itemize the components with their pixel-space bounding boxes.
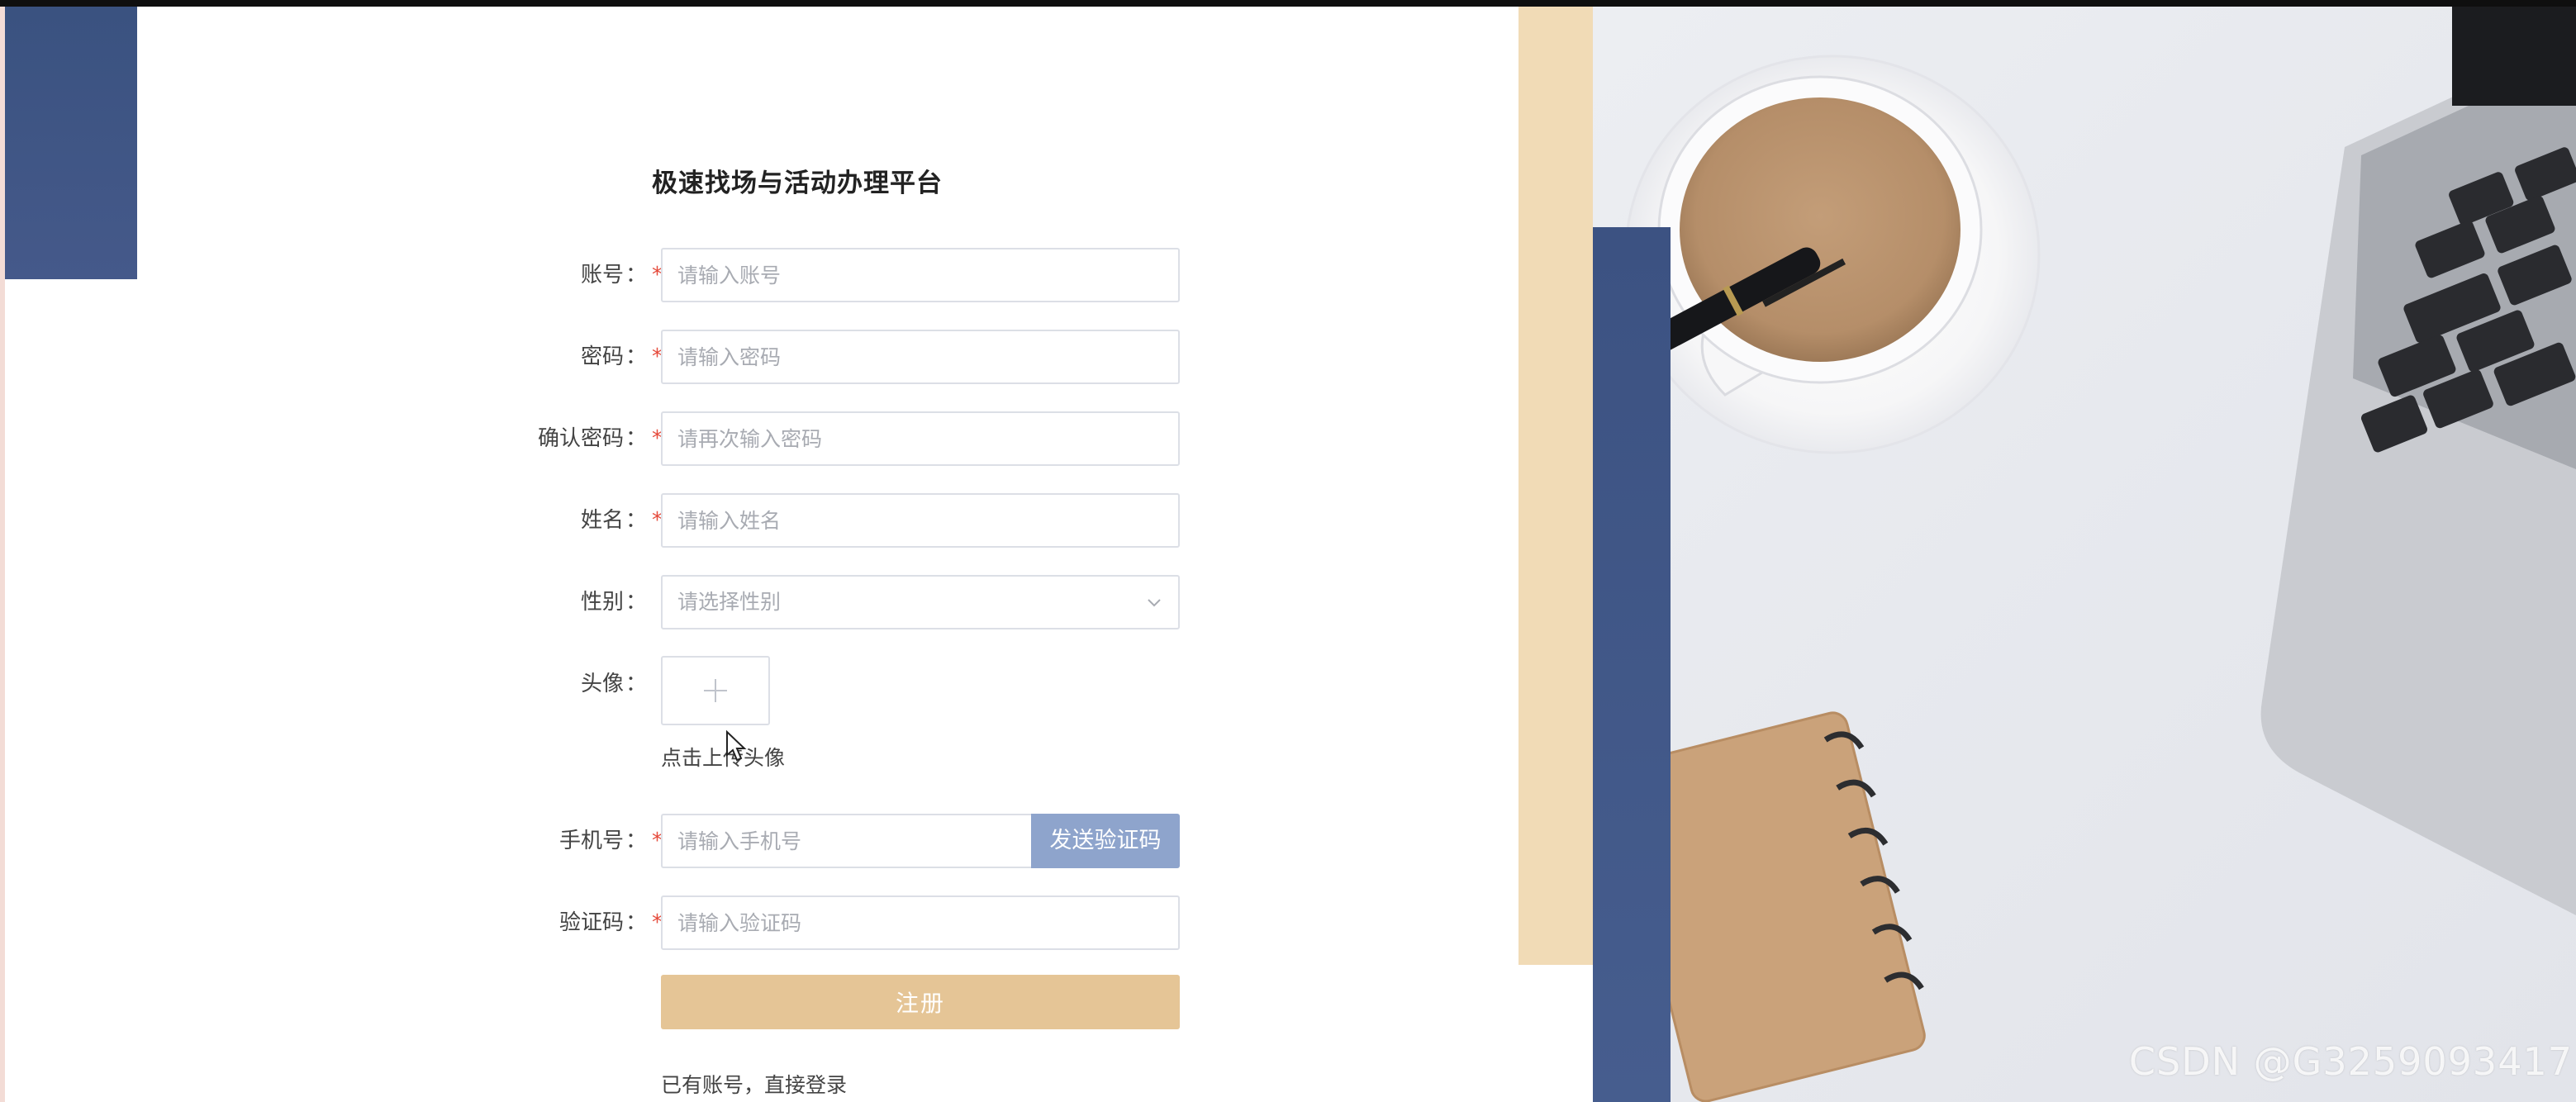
plus-icon [704,679,727,702]
watermark: CSDN @G3259093417 [2128,1039,2573,1084]
account-input[interactable] [663,249,1178,301]
avatar-row: 头像：* [0,657,1595,711]
phone-field[interactable] [661,814,1033,868]
page-title: 极速找场与活动办理平台 [652,169,943,198]
name-field[interactable] [661,493,1180,548]
gender-select-value: 请选择性别 [677,590,782,614]
desk-photo-illustration [1613,7,2576,1102]
avatar-upload-hint[interactable]: 点击上传头像 [661,742,785,772]
confirm-password-label: 确认密码： * [537,426,663,451]
decorative-blue-strip [1593,227,1671,1102]
password-label: 密码： * [580,344,663,369]
top-bar [0,0,2576,7]
name-row: 姓名： * [0,493,1595,548]
confirm-password-row: 确认密码： * [0,411,1595,466]
login-link[interactable]: 已有账号，直接登录 [661,1069,847,1099]
account-row: 账号： * [0,248,1595,302]
register-button[interactable]: 注册 [661,975,1180,1029]
decorative-blue-block [5,7,137,279]
code-label: 验证码： * [558,910,663,935]
account-label: 账号： * [580,263,663,287]
name-label: 姓名： * [580,508,663,533]
register-page: 极速找场与活动办理平台 账号：* 密码：* 确认密码：* 姓名：* 性别：* 请… [0,0,2576,1102]
gender-row: 性别：* 请选择性别 [0,575,1595,629]
mouse-cursor-icon [726,730,747,762]
avatar-upload[interactable] [661,656,770,725]
confirm-password-input[interactable] [663,413,1178,464]
password-input[interactable] [663,331,1178,382]
send-code-button[interactable]: 发送验证码 [1031,814,1180,868]
account-field[interactable] [661,248,1180,302]
confirm-password-field[interactable] [661,411,1180,466]
chevron-down-icon [1148,599,1161,607]
avatar-label: 头像：* [580,672,647,696]
name-input[interactable] [663,495,1178,546]
code-field[interactable] [661,895,1180,950]
phone-label: 手机号： * [558,829,663,853]
password-field[interactable] [661,330,1180,384]
desk-photo [1593,7,2576,1102]
code-row: 验证码： * [0,895,1595,950]
phone-row: 手机号：* 发送验证码 [0,814,1595,868]
gender-select[interactable]: 请选择性别 [661,575,1180,629]
gender-label: 性别：* [580,590,647,615]
password-row: 密码： * [0,330,1595,384]
code-input[interactable] [663,897,1178,948]
phone-input[interactable] [663,815,1033,867]
